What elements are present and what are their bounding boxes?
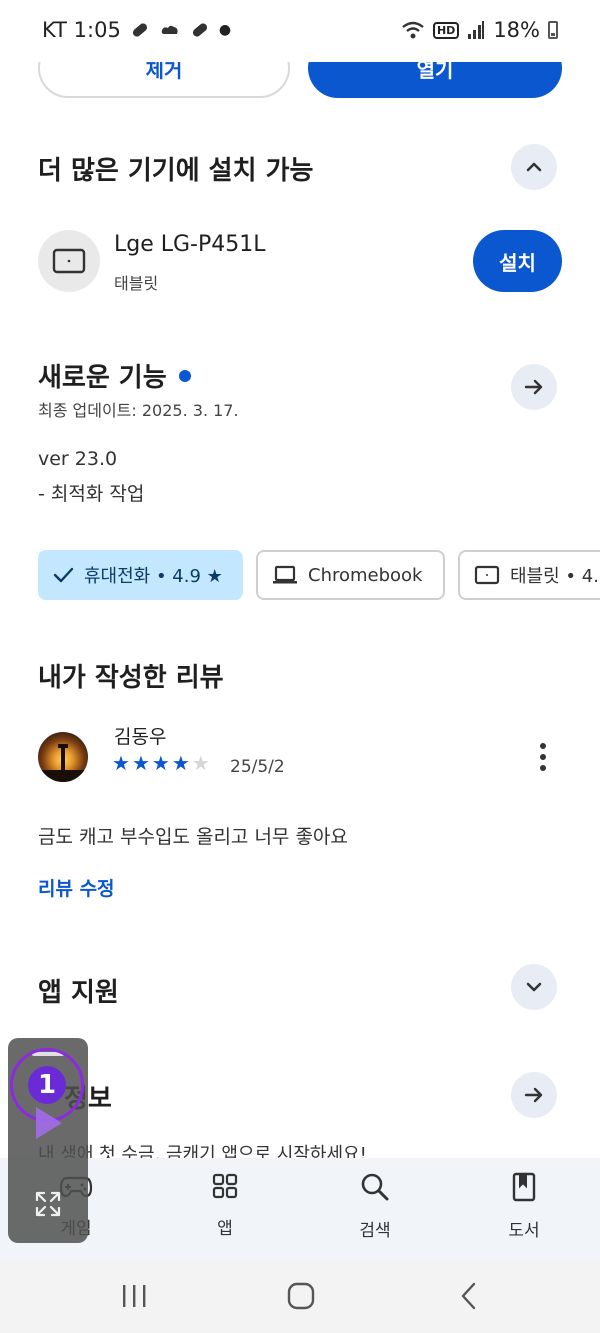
- star-icon: ★: [131, 751, 152, 775]
- star-icon: ★: [151, 751, 172, 775]
- reviewer-name: 김동우: [114, 726, 167, 748]
- back-icon[interactable]: [458, 1281, 480, 1311]
- device-type: 태블릿: [114, 274, 159, 293]
- tablet-icon: [52, 248, 86, 274]
- book-icon: [512, 1172, 536, 1202]
- release-note-line: - 최적화 작업: [38, 483, 145, 505]
- more-devices-title: 더 많은 기기에 설치 가능: [38, 156, 314, 186]
- chevron-up-icon: [526, 162, 542, 172]
- avatar-image: [38, 744, 88, 782]
- chip-phone[interactable]: 휴대전화 • 4.9 ★: [38, 550, 243, 600]
- pill-icon: [132, 23, 147, 37]
- hd-badge: HD: [432, 21, 460, 39]
- recent-apps-icon[interactable]: [120, 1283, 148, 1309]
- chip-chromebook[interactable]: Chromebook: [256, 550, 445, 600]
- arrow-right-icon: [524, 379, 543, 395]
- signal-icon: [468, 21, 485, 39]
- review-text: 금도 캐고 부수입도 올리고 너무 좋아요: [38, 826, 348, 848]
- nav-search-label: 검색: [359, 1221, 391, 1241]
- whats-new-arrow-button[interactable]: [511, 364, 557, 410]
- install-button[interactable]: 설치: [473, 230, 562, 292]
- new-indicator-dot: [178, 369, 191, 382]
- device-name: Lge LG-P451L: [114, 232, 266, 257]
- last-updated: 최종 업데이트: 2025. 3. 17.: [38, 401, 239, 420]
- nav-apps-label: 앱: [217, 1219, 233, 1239]
- star-icon: ★: [112, 751, 132, 775]
- app-support-title: 앱 지원: [38, 978, 119, 1008]
- pill-icon: [192, 23, 207, 37]
- chip-tablet-label: 태블릿 • 4.8: [510, 566, 600, 587]
- overlay-badge-number: 1: [28, 1066, 66, 1104]
- nav-apps[interactable]: 앱: [165, 1172, 285, 1239]
- tablet-icon: [474, 565, 500, 585]
- cloud-icon: [161, 25, 178, 34]
- chevron-down-icon: [526, 982, 542, 992]
- review-date: 25/5/2: [230, 757, 285, 777]
- review-more-button[interactable]: [530, 740, 556, 774]
- home-icon[interactable]: [286, 1281, 316, 1311]
- app-info-arrow-button[interactable]: [511, 1072, 557, 1118]
- chip-chromebook-label: Chromebook: [308, 564, 423, 586]
- release-note-line: ver 23.0: [38, 448, 118, 470]
- carrier-time: KT 1:05: [42, 18, 121, 42]
- status-left: KT 1:05 ●: [42, 18, 231, 42]
- chip-phone-label: 휴대전화 • 4.9 ★: [84, 566, 223, 587]
- chip-tablet[interactable]: 태블릿 • 4.8: [458, 550, 600, 600]
- status-bar: KT 1:05 ● HD 18%: [0, 0, 600, 62]
- whats-new-header: 새로운 기능: [38, 357, 191, 394]
- more-vert-icon: [540, 743, 546, 749]
- play-icon[interactable]: [32, 1104, 66, 1142]
- star-icon: ★: [191, 751, 212, 775]
- nav-books-label: 도서: [508, 1221, 540, 1241]
- avatar: [38, 732, 88, 782]
- nav-search[interactable]: 검색: [315, 1172, 435, 1241]
- whats-new-title: 새로운 기능: [38, 363, 167, 393]
- wifi-icon: [402, 21, 424, 39]
- apps-grid-icon: [212, 1173, 238, 1199]
- check-icon: [53, 567, 74, 583]
- battery-icon: [548, 21, 558, 39]
- arrow-right-icon: [524, 1087, 543, 1103]
- star-rating: ★★★★★: [112, 751, 212, 775]
- status-right: HD 18%: [401, 18, 558, 42]
- notification-dot-icon: ●: [218, 22, 232, 38]
- search-icon: [361, 1173, 389, 1201]
- my-review-title: 내가 작성한 리뷰: [38, 663, 224, 693]
- edit-review-link[interactable]: 리뷰 수정: [38, 874, 115, 901]
- collapse-button[interactable]: [511, 144, 557, 190]
- star-icon: ★: [171, 751, 192, 775]
- app-support-expand-button[interactable]: [511, 964, 557, 1010]
- battery-percent: 18%: [493, 18, 540, 42]
- laptop-icon: [273, 565, 297, 584]
- expand-icon[interactable]: [34, 1190, 62, 1218]
- nav-books[interactable]: 도서: [464, 1172, 584, 1241]
- device-avatar: [38, 230, 100, 292]
